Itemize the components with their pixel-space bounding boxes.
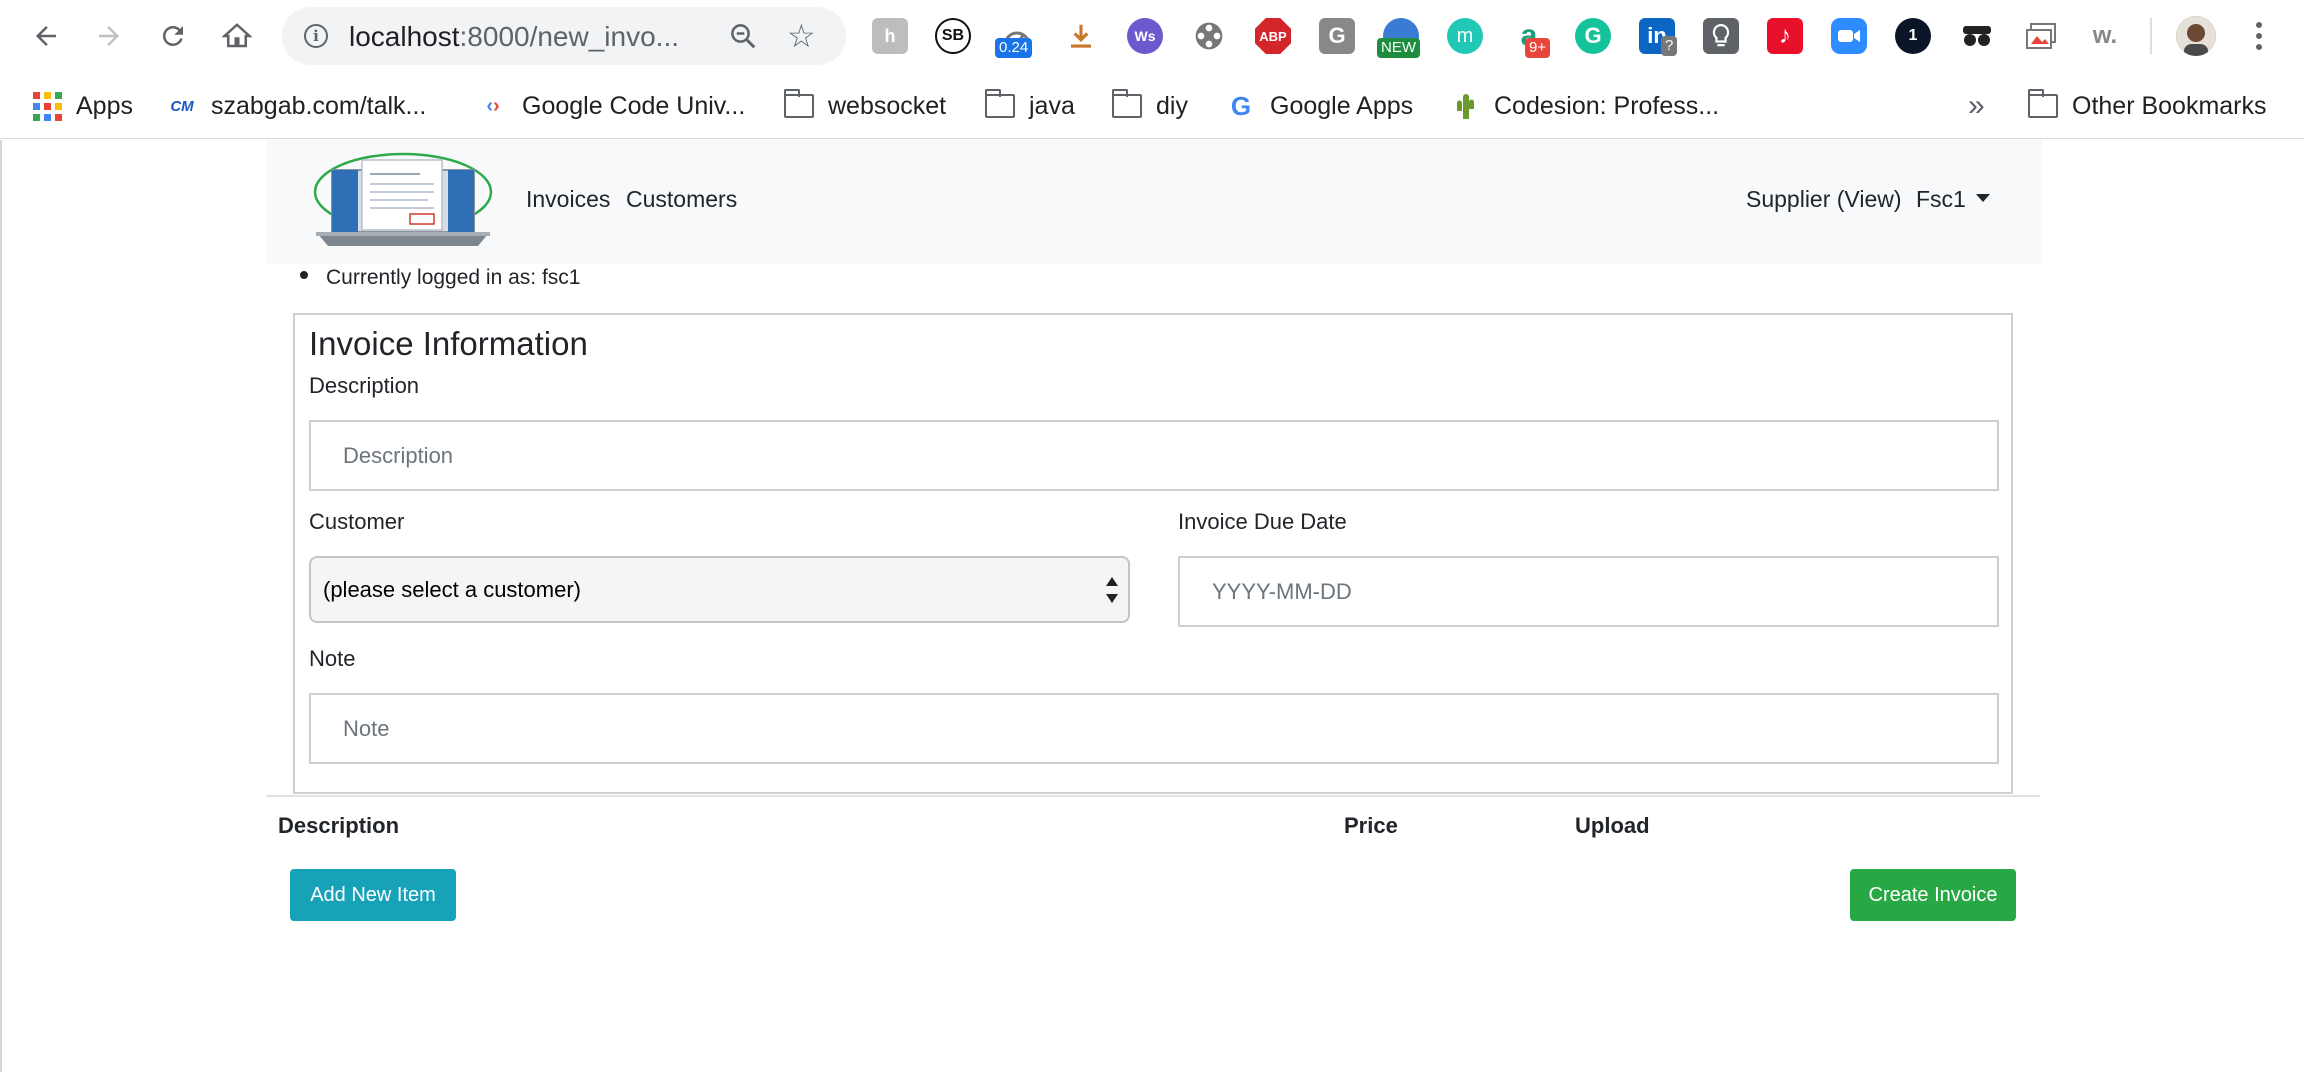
nav-customers-link[interactable]: Customers: [626, 186, 737, 213]
caret-down-icon: [1975, 193, 1990, 202]
page-content: Invoices Customers Supplier (View) Fsc1 …: [0, 140, 2304, 1072]
bookmark-star-icon[interactable]: ☆: [787, 17, 816, 55]
bookmark-websocket[interactable]: websocket: [783, 87, 946, 125]
back-button[interactable]: [24, 14, 68, 58]
folder-icon: [783, 89, 814, 118]
folder-icon: [1111, 89, 1142, 118]
logged-in-status: Currently logged in as: fsc1: [300, 266, 580, 290]
add-new-item-button[interactable]: Add New Item: [290, 869, 456, 921]
bookmark-diy[interactable]: diy: [1111, 87, 1188, 125]
app-navbar: Invoices Customers Supplier (View) Fsc1: [266, 140, 2042, 264]
bookmark-java[interactable]: java: [984, 87, 1075, 125]
bookmarks-bar: Apps CM szabgab.com/talk... ‹ › Google Co…: [0, 73, 2304, 139]
toolbar-divider: [2150, 18, 2152, 54]
info-icon[interactable]: i: [304, 24, 328, 48]
adblock-plus-icon[interactable]: ABP: [1255, 18, 1291, 54]
folder-icon: [2027, 89, 2058, 118]
note-input[interactable]: [309, 693, 1999, 764]
download-ext-icon[interactable]: [1063, 18, 1099, 54]
bookmark-google-code-univ[interactable]: ‹ › Google Code Univ...: [478, 87, 745, 125]
create-invoice-button[interactable]: Create Invoice: [1850, 869, 2016, 921]
chrome-menu-icon[interactable]: [2244, 14, 2274, 58]
new-badge: NEW: [1377, 38, 1420, 58]
invoice-laptop-logo[interactable]: [310, 150, 496, 252]
film-reel-ext-icon[interactable]: [1191, 18, 1227, 54]
home-icon: [222, 23, 252, 48]
invoice-information-panel: Invoice Information Description Customer…: [293, 313, 2013, 794]
arrow-right-icon: [99, 26, 119, 46]
a-ext-icon[interactable]: a 9+: [1511, 18, 1551, 58]
column-header-price: Price: [1344, 813, 1398, 838]
unknown-badge: ?: [1661, 36, 1678, 56]
browser-toolbar: i localhost:8000/new_invo... ☆ h SB 0.24…: [0, 0, 2304, 73]
lightbulb-ext-icon[interactable]: [1703, 18, 1739, 54]
address-bar[interactable]: i localhost:8000/new_invo... ☆: [282, 7, 846, 65]
music-ext-icon[interactable]: ♪: [1767, 18, 1803, 54]
apps-grid-icon: [32, 91, 62, 121]
description-input[interactable]: [309, 420, 1999, 491]
w-ext-icon[interactable]: w.: [2087, 18, 2123, 54]
column-header-upload: Upload: [1575, 813, 1650, 838]
m-ext-icon[interactable]: m: [1447, 18, 1483, 54]
column-header-description: Description: [278, 813, 400, 838]
grammarly-icon[interactable]: G: [1575, 18, 1611, 54]
supplier-view-link[interactable]: Supplier (View): [1746, 186, 1902, 213]
browser-window: i localhost:8000/new_invo... ☆ h SB 0.24…: [0, 0, 2304, 1072]
user-menu-dropdown[interactable]: Fsc1: [1916, 186, 1990, 213]
arrow-left-icon: [36, 26, 56, 46]
g-ext-icon[interactable]: G: [1319, 18, 1355, 54]
home-button[interactable]: [215, 14, 259, 58]
customer-label: Customer: [309, 509, 405, 534]
bullet-icon: [300, 271, 308, 280]
speed-badge: 0.24: [995, 38, 1033, 58]
due-date-input[interactable]: [1178, 556, 1999, 627]
form-title: Invoice Information: [309, 325, 588, 362]
forward-button[interactable]: [87, 14, 131, 58]
glasses-ext-icon[interactable]: [1959, 18, 1995, 54]
linkedin-ext-icon[interactable]: in ?: [1639, 18, 1678, 56]
google-g-icon: G: [1230, 90, 1252, 121]
code-maven-icon: CM: [170, 97, 194, 115]
onepassword-icon[interactable]: 1: [1895, 18, 1931, 54]
bookmark-google-apps[interactable]: G Google Apps: [1226, 87, 1413, 125]
other-bookmarks[interactable]: Other Bookmarks: [2027, 87, 2267, 125]
profile-avatar[interactable]: [2176, 16, 2216, 56]
sb-ext-icon[interactable]: SB: [935, 18, 971, 54]
note-label: Note: [309, 646, 356, 671]
bookmark-szabgab[interactable]: CM szabgab.com/talk...: [167, 87, 426, 125]
cactus-icon: [1450, 91, 1480, 121]
zoom-out-icon[interactable]: [728, 21, 758, 51]
zoom-video-icon[interactable]: [1831, 18, 1867, 54]
bookmarks-overflow-chevron-icon[interactable]: »: [1968, 87, 1985, 125]
reload-icon: [162, 25, 183, 46]
reload-button[interactable]: [151, 14, 195, 58]
customer-select[interactable]: (please select a customer): [309, 556, 1130, 623]
bookmark-codesion[interactable]: Codesion: Profess...: [1450, 87, 1719, 125]
ws-ext-icon[interactable]: Ws: [1127, 18, 1163, 54]
window-edge: [0, 140, 2, 1072]
hypothesis-ext-icon[interactable]: h: [872, 18, 908, 54]
notification-badge: 9+: [1525, 38, 1551, 58]
globe-ext-icon[interactable]: NEW: [1377, 18, 1420, 58]
photos-ext-icon[interactable]: [2023, 18, 2059, 54]
bookmark-apps[interactable]: Apps: [32, 87, 133, 125]
select-arrows-icon: [1106, 577, 1118, 603]
url-text[interactable]: localhost:8000/new_invo...: [349, 22, 679, 52]
folder-icon: [984, 89, 1015, 118]
description-label: Description: [309, 373, 420, 398]
nav-invoices-link[interactable]: Invoices: [526, 186, 610, 213]
table-divider: [266, 795, 2040, 797]
google-code-icon: ‹ ›: [486, 94, 500, 117]
due-date-label: Invoice Due Date: [1178, 509, 1347, 534]
speed-ext-icon[interactable]: 0.24: [995, 18, 1035, 58]
